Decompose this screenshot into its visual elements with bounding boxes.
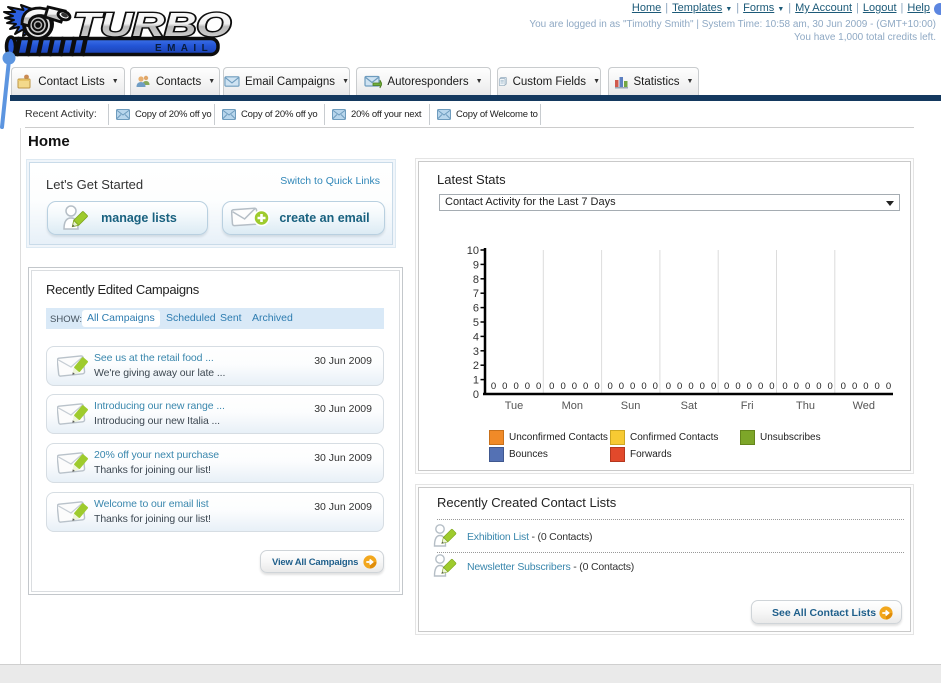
svg-text:0: 0 [513,381,518,392]
svg-text:6: 6 [473,303,479,315]
svg-text:0: 0 [607,381,612,392]
svg-text:10: 10 [467,245,479,257]
svg-text:0: 0 [794,381,799,392]
svg-text:0: 0 [572,381,577,392]
svg-text:Sat: Sat [681,400,698,412]
svg-text:0: 0 [666,381,671,392]
svg-text:0: 0 [805,381,810,392]
svg-text:5: 5 [473,317,479,329]
svg-text:7: 7 [473,288,479,300]
svg-text:8: 8 [473,274,479,286]
svg-text:0: 0 [841,381,846,392]
svg-text:0: 0 [863,381,868,392]
svg-text:0: 0 [536,381,541,392]
svg-text:0: 0 [852,381,857,392]
svg-text:3: 3 [473,346,479,358]
svg-text:0: 0 [653,381,658,392]
svg-text:0: 0 [549,381,554,392]
svg-text:0: 0 [886,381,891,392]
svg-text:0: 0 [724,381,729,392]
svg-text:9: 9 [473,259,479,271]
svg-text:0: 0 [583,381,588,392]
svg-text:Wed: Wed [853,400,875,412]
svg-text:0: 0 [473,389,479,401]
svg-text:0: 0 [491,381,496,392]
svg-text:0: 0 [619,381,624,392]
svg-text:0: 0 [769,381,774,392]
svg-text:0: 0 [502,381,507,392]
svg-text:Mon: Mon [562,400,583,412]
svg-text:0: 0 [747,381,752,392]
svg-text:4: 4 [473,331,479,343]
svg-text:0: 0 [782,381,787,392]
svg-text:0: 0 [828,381,833,392]
svg-text:0: 0 [875,381,880,392]
svg-text:Thu: Thu [796,400,815,412]
svg-text:0: 0 [525,381,530,392]
svg-text:0: 0 [641,381,646,392]
svg-text:Sun: Sun [621,400,641,412]
svg-text:0: 0 [816,381,821,392]
svg-text:EMAIL: EMAIL [155,43,213,54]
svg-text:0: 0 [700,381,705,392]
svg-text:0: 0 [594,381,599,392]
svg-text:0: 0 [560,381,565,392]
svg-text:2: 2 [473,360,479,372]
svg-text:1: 1 [473,375,479,387]
svg-text:0: 0 [688,381,693,392]
svg-text:0: 0 [735,381,740,392]
svg-text:Tue: Tue [505,400,524,412]
svg-text:0: 0 [711,381,716,392]
svg-text:0: 0 [630,381,635,392]
svg-text:Fri: Fri [741,400,754,412]
svg-text:0: 0 [758,381,763,392]
svg-text:TURBO: TURBO [73,6,231,43]
svg-text:0: 0 [677,381,682,392]
